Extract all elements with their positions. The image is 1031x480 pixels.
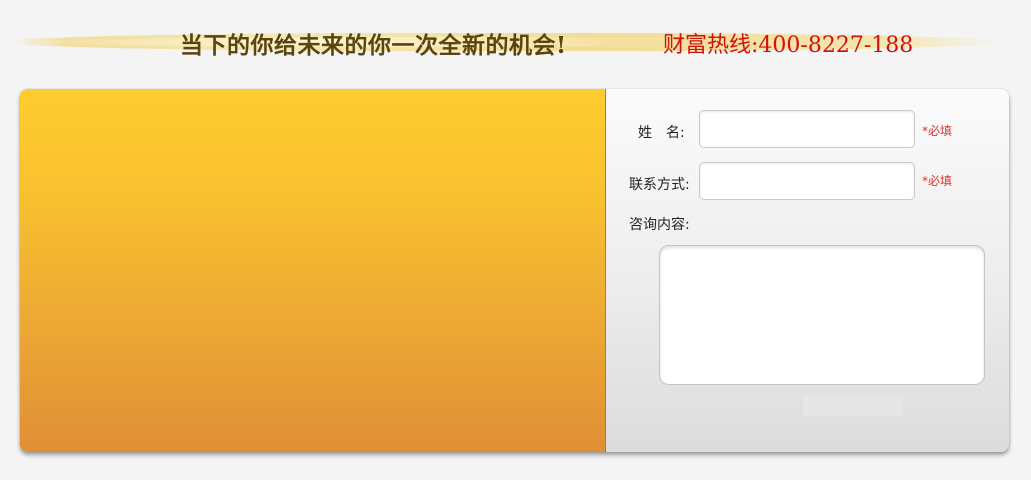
name-label: 姓 名: xyxy=(638,125,685,141)
submit-button[interactable] xyxy=(803,396,903,416)
hotline-text: 财富热线:400-8227-188 xyxy=(663,33,914,58)
hotline-banner: 当下的你给未来的你一次全新的机会! 财富热线:400-8227-188 xyxy=(8,24,1003,60)
inquiry-panel: 姓 名: *必填 联系方式: *必填 咨询内容: xyxy=(20,89,1009,452)
inquiry-label: 咨询内容: xyxy=(629,217,690,233)
name-input[interactable] xyxy=(699,110,915,148)
inquiry-textarea[interactable] xyxy=(659,245,985,385)
inquiry-form: 姓 名: *必填 联系方式: *必填 咨询内容: xyxy=(606,89,1009,452)
contact-required-hint: *必填 xyxy=(922,174,953,188)
contact-input[interactable] xyxy=(699,162,915,200)
contact-label: 联系方式: xyxy=(629,177,690,193)
name-required-hint: *必填 xyxy=(922,124,953,138)
promo-gradient-area xyxy=(20,89,605,452)
slogan-text: 当下的你给未来的你一次全新的机会! xyxy=(180,32,567,59)
